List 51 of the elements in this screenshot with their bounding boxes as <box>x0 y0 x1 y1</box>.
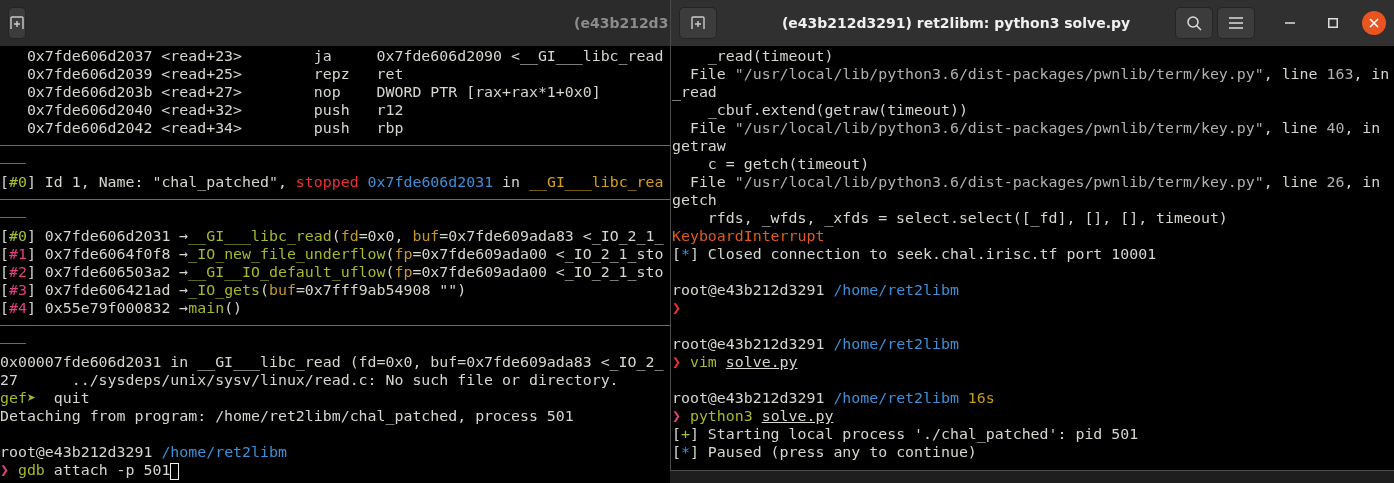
terminal-line: 27 ../sysdeps/unix/sysv/linux/read.c: No such file or directory. <box>0 371 619 389</box>
terminal-line: getch <box>672 191 717 209</box>
terminal-line: [#2] 0x7fde606503a2 →__GI__IO_default_uflow(fp=0x7fde609ada00 <_IO_2_1_sto <box>0 263 664 281</box>
terminal-line: 0x7fde606d2037 <read+23> ja 0x7fde606d2090 <__GI___libc_read <box>25 47 664 65</box>
terminal-line: _read(timeout) <box>706 47 834 65</box>
menu-button[interactable] <box>1217 7 1255 39</box>
terminal-line: root@e43b212d3291 /home/ret2libm <box>672 335 959 353</box>
terminal-line: rfds, _wfds, _xfds = select.select([_fd], [], [], timeout) <box>706 209 1228 227</box>
terminal-line: [+] Starting local process './chal_patched': pid 501 <box>672 425 1139 443</box>
window-title: (e43b212d3 <box>574 15 669 31</box>
terminal-line: _cbuf.extend(getraw(timeout)) <box>706 101 968 119</box>
terminal-line: root@e43b212d3291 /home/ret2libm 16s <box>672 389 995 407</box>
minimize-icon <box>1285 22 1295 24</box>
terminal-line: ❯ vim solve.py <box>672 353 798 371</box>
terminal-line: getraw <box>672 137 726 155</box>
terminal-line: [#0] Id 1, Name: "chal_patched", stopped 0x7fde606d2031 in __GI___libc_rea <box>0 173 664 191</box>
terminal-line: [#0] 0x7fde606d2031 →__GI___libc_read(fd=0x0, buf=0x7fde609ada83 <_IO_2_1_ <box>0 227 664 245</box>
terminal-line: [#4] 0x55e79f000832 →main() <box>0 299 243 317</box>
terminal-line: Detaching from program: /home/ret2libm/chal_patched, process 501 <box>0 407 574 425</box>
terminal-line: [*] Paused (press any to continue) <box>672 443 977 461</box>
menu-icon <box>1229 17 1243 29</box>
terminal-line: ❯ gdb attach -p 501 <box>0 461 180 479</box>
search-icon <box>1186 15 1202 31</box>
search-button[interactable] <box>1175 7 1213 39</box>
new-tab-icon <box>9 15 25 31</box>
terminal-line: [#1] 0x7fde6064f0f8 →_IO_new_file_underflow(fp=0x7fde609ada00 <_IO_2_1_sto <box>0 245 664 263</box>
terminal-line: c = getch(timeout) <box>706 155 870 173</box>
terminal-line: 0x7fde606d2042 <read+34> push rbp <box>25 119 404 137</box>
terminal-line: File "/usr/local/lib/python3.6/dist-packages/pwnlib/term/key.py", line 26, in <box>688 173 1381 191</box>
terminal-line: 0x7fde606d2040 <read+32> push r12 <box>25 101 404 119</box>
terminal-line: File "/usr/local/lib/python3.6/dist-packages/pwnlib/term/key.py", line 40, in <box>688 119 1381 137</box>
terminal-line: 0x00007fde606d2031 in __GI___libc_read (fd=0x0, buf=0x7fde609ada83 <_IO_2_ <box>0 353 664 371</box>
close-icon <box>1369 18 1379 28</box>
terminal-line: _read <box>672 83 717 101</box>
terminal-line: ❯ <box>672 299 681 317</box>
terminal-line: gef➤ quit <box>0 389 90 407</box>
new-tab-icon <box>690 15 706 31</box>
terminal-line: root@e43b212d3291 /home/ret2libm <box>672 281 959 299</box>
terminal-line: File "/usr/local/lib/python3.6/dist-packages/pwnlib/term/key.py", line 163, in <box>688 65 1390 83</box>
terminal-line: 0x7fde606d2039 <read+25> repz ret <box>25 65 404 83</box>
terminal-line: 0x7fde606d203b <read+27> nop DWORD PTR [rax+rax*1+0x0] <box>25 83 601 101</box>
terminal-line: KeyboardInterrupt <box>672 227 825 245</box>
terminal-line: [#3] 0x7fde606421ad →_IO_gets(buf=0x7fff9ab54908 "") <box>0 281 467 299</box>
terminal-line: [*] Closed connection to seek.chal.irisc.tf port 10001 <box>672 245 1157 263</box>
terminal-line: root@e43b212d3291 /home/ret2libm <box>0 443 287 461</box>
maximize-icon <box>1328 18 1338 28</box>
new-tab-button[interactable] <box>8 7 26 39</box>
close-button[interactable] <box>1362 11 1386 35</box>
terminal-line: ❯ python3 solve.py <box>672 407 834 425</box>
new-tab-button[interactable] <box>679 7 717 39</box>
window-title: (e43b212d3291) ret2libm: python3 solve.py <box>780 15 1132 31</box>
